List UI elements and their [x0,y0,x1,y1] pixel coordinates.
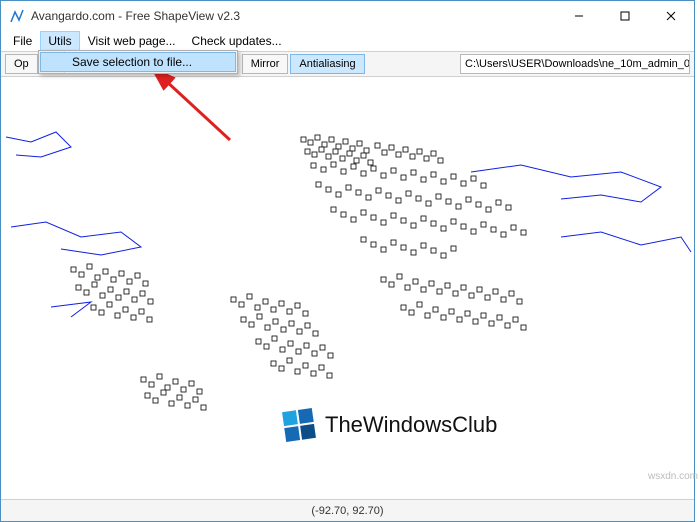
statusbar: (-92.70, 92.70) [1,499,694,521]
map-canvas[interactable]: TheWindowsClub [1,77,694,499]
antialiasing-button[interactable]: Antialiasing [290,54,364,74]
watermark-text: TheWindowsClub [325,412,497,438]
titlebar: Avangardo.com - Free ShapeView v2.3 [1,1,694,31]
menu-utils[interactable]: Utils [40,31,79,51]
app-icon [9,8,25,24]
file-path-field[interactable]: C:\Users\USER\Downloads\ne_10m_admin_0_b… [460,54,690,74]
minimize-button[interactable] [556,1,602,31]
menu-save-selection[interactable]: Save selection to file... [40,52,236,72]
maximize-button[interactable] [602,1,648,31]
window-title: Avangardo.com - Free ShapeView v2.3 [31,9,240,23]
mirror-button[interactable]: Mirror [242,54,289,74]
menubar: File Utils Visit web page... Check updat… [1,31,694,51]
watermark-logo: TheWindowsClub [281,407,497,443]
menu-visit-web[interactable]: Visit web page... [80,31,184,51]
source-watermark: wsxdn.com [648,471,698,482]
close-button[interactable] [648,1,694,31]
utils-dropdown: Save selection to file... [38,50,238,74]
file-path-text: C:\Users\USER\Downloads\ne_10m_admin_0_b… [465,58,690,70]
windows-flag-icon [281,407,317,443]
menu-file[interactable]: File [5,31,40,51]
status-coordinates: (-92.70, 92.70) [311,505,383,517]
menu-check-updates[interactable]: Check updates... [184,31,290,51]
window-controls [556,1,694,31]
app-window: Avangardo.com - Free ShapeView v2.3 File… [0,0,695,522]
open-button[interactable]: Op [5,54,38,74]
